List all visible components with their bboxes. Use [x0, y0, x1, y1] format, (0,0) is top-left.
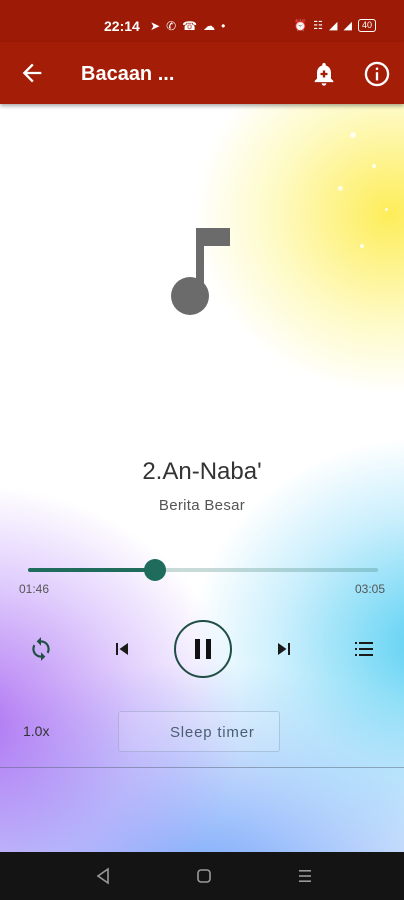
info-button[interactable]: [363, 60, 391, 88]
nav-back-button[interactable]: [95, 867, 111, 885]
track-subtitle: Berita Besar: [158, 497, 246, 514]
status-time: 22:14: [104, 18, 140, 34]
back-icon: [96, 867, 109, 885]
music-note-icon: [171, 228, 230, 315]
player-area: 2.An-Naba' Berita Besar 01:46 03:05 1.0x…: [0, 104, 404, 852]
next-button[interactable]: [272, 637, 296, 661]
repeat-button[interactable]: [28, 636, 54, 662]
signal-icon: ◢: [343, 20, 352, 32]
back-button[interactable]: [18, 59, 46, 87]
app-bar: Bacaan ...: [0, 42, 404, 104]
notification-icons: ➤ ✆ ☎ ☁ •: [150, 19, 225, 33]
playlist-icon: [355, 642, 373, 656]
repeat-icon: [32, 637, 50, 661]
notification-button[interactable]: [310, 60, 338, 88]
system-nav-bar: [0, 852, 404, 900]
current-time: 01:46: [19, 582, 50, 596]
pause-icon: [195, 639, 211, 659]
sparkle: [360, 244, 364, 248]
dot-icon: •: [221, 19, 226, 33]
arrow-left-icon: [22, 63, 42, 83]
vowifi-icon: ☷: [313, 20, 324, 32]
signal-icon: ◢: [329, 20, 338, 32]
sleep-timer-label: Sleep timer: [170, 724, 255, 741]
seek-bar-thumb[interactable]: [144, 559, 167, 581]
status-bar: 22:14 ➤ ✆ ☎ ☁ • ⏰ ☷ ◢ ◢ 40: [0, 0, 404, 42]
seek-bar-progress: [28, 568, 156, 572]
play-pause-button[interactable]: [174, 620, 232, 678]
playlist-button[interactable]: [352, 637, 376, 661]
sparkle: [338, 186, 343, 191]
skip-previous-icon: [116, 643, 128, 655]
divider: [0, 767, 404, 768]
cloud-icon: ☁: [203, 19, 216, 33]
playback-speed-button[interactable]: 1.0x: [23, 723, 49, 739]
page-title: Bacaan ...: [81, 63, 175, 85]
battery-indicator: 40: [357, 19, 376, 32]
alarm-icon: ⏰: [293, 20, 308, 32]
whatsapp-icon: ✆: [166, 19, 177, 33]
recents-icon: [299, 870, 311, 882]
bell-add-icon: [314, 62, 334, 86]
telegram-icon: ➤: [150, 19, 161, 33]
track-title: 2.An-Naba': [142, 458, 262, 485]
skip-next-icon: [278, 643, 290, 655]
previous-button[interactable]: [110, 637, 134, 661]
system-icons: ⏰ ☷ ◢ ◢ 40: [293, 19, 376, 32]
total-time: 03:05: [354, 582, 385, 596]
seek-bar[interactable]: [28, 559, 378, 581]
nav-home-button[interactable]: [197, 869, 211, 883]
home-icon: [197, 869, 211, 883]
sleep-timer-button[interactable]: Sleep timer: [118, 711, 280, 752]
sparkle: [372, 164, 376, 168]
info-icon: [364, 61, 390, 87]
nav-recents-button[interactable]: [297, 868, 313, 884]
moon-icon: [144, 724, 152, 740]
sparkle: [350, 132, 356, 138]
whatsapp-business-icon: ☎: [182, 19, 198, 33]
sparkle: [385, 208, 388, 211]
